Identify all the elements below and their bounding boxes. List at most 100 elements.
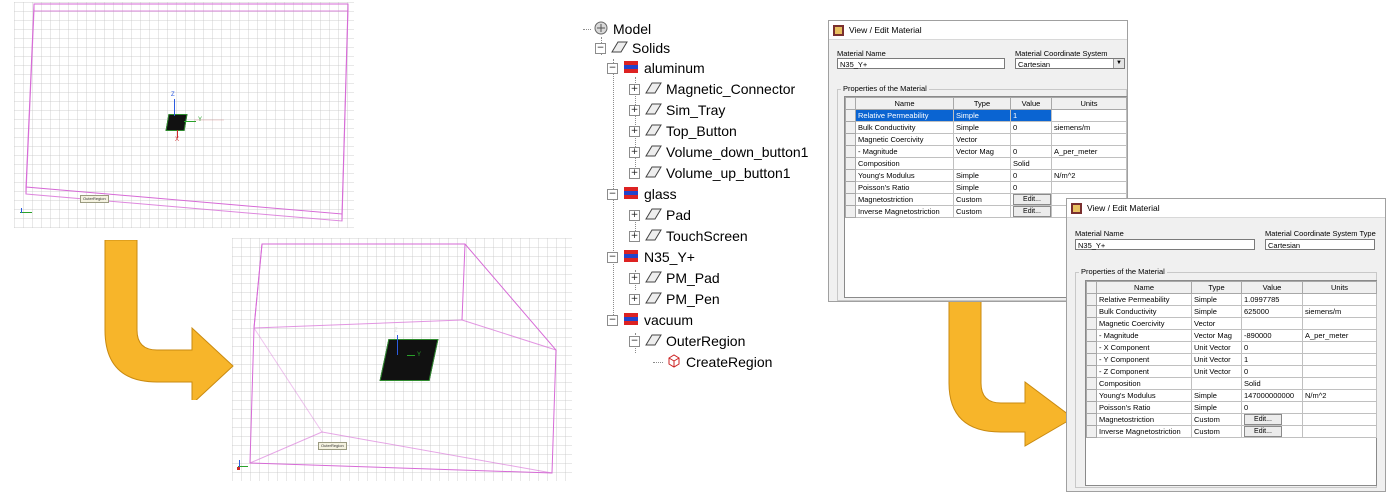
expand-toggle-icon[interactable]: + — [629, 230, 640, 242]
z-axis-label: Z — [394, 328, 398, 334]
col-units-header[interactable]: Units — [1051, 97, 1127, 110]
solid-part-icon — [610, 40, 628, 57]
table-row[interactable]: Composition Solid — [845, 157, 1127, 170]
coord-system-select[interactable]: Cartesian — [1265, 239, 1375, 250]
properties-table: Name Type Value Units Relative Permeabil… — [1086, 281, 1377, 438]
tree-node-n35[interactable]: − N35_Y+ — [607, 248, 695, 266]
col-type-header[interactable]: Type — [953, 97, 1011, 110]
table-header: Name Type Value Units — [845, 97, 1127, 110]
tree-node-outer-region[interactable]: − OuterRegion — [629, 332, 745, 350]
material-icon — [622, 312, 640, 329]
table-row[interactable]: - Z Component Unit Vector 0 — [1086, 365, 1377, 378]
collapse-toggle-icon[interactable]: − — [607, 314, 618, 326]
tree-label: N35_Y+ — [644, 249, 695, 265]
collapse-toggle-icon[interactable]: − — [607, 62, 618, 74]
collapse-toggle-icon[interactable]: − — [607, 251, 618, 263]
properties-group-label: Properties of the Material — [1079, 267, 1167, 276]
table-row[interactable]: - Magnitude Vector Mag 0 A_per_meter — [845, 145, 1127, 158]
tree-node-volume-up[interactable]: + Volume_up_button1 — [629, 164, 791, 182]
tree-node-vacuum[interactable]: − vacuum — [607, 311, 693, 329]
table-row[interactable]: - Magnitude Vector Mag -890000 A_per_meter — [1086, 329, 1377, 342]
col-units-header[interactable]: Units — [1302, 281, 1377, 294]
chevron-down-icon[interactable]: ▼ — [1113, 59, 1124, 68]
material-icon — [1071, 202, 1082, 214]
tree-node-glass[interactable]: − glass — [607, 185, 677, 203]
viewport-top[interactable]: Z Y X OuterRegion — [14, 2, 354, 228]
tree-node-sim-tray[interactable]: + Sim_Tray — [629, 101, 725, 119]
table-row[interactable]: Bulk Conductivity Simple 0 siemens/m — [845, 121, 1127, 134]
coord-system-select[interactable]: Cartesian ▼ — [1015, 58, 1125, 69]
solid-part-icon — [644, 228, 662, 245]
solid-part-icon — [644, 291, 662, 308]
expand-toggle-icon[interactable]: + — [629, 104, 640, 116]
table-row[interactable]: Composition Solid — [1086, 377, 1377, 390]
transform-arrow-right — [948, 298, 1074, 447]
table-row[interactable]: Magnetic Coercivity Vector — [1086, 317, 1377, 330]
tree-node-aluminum[interactable]: − aluminum — [607, 59, 705, 77]
col-name-header[interactable]: Name — [855, 97, 954, 110]
expand-toggle-icon[interactable]: + — [629, 293, 640, 305]
material-name-input[interactable]: N35_Y+ — [837, 58, 1005, 69]
tree-label: Top_Button — [666, 123, 737, 139]
tree-node-create-region[interactable]: CreateRegion — [653, 353, 772, 371]
y-axis-label: Y — [417, 352, 422, 358]
expand-toggle-icon[interactable]: + — [629, 167, 640, 179]
solid-part-icon — [644, 144, 662, 161]
tree-node-pad[interactable]: + Pad — [629, 206, 691, 224]
solid-part-icon — [644, 270, 662, 287]
edit-button[interactable]: Edit... — [1013, 194, 1051, 205]
material-dialog-after[interactable]: View / Edit Material Material Name N35_Y… — [1066, 198, 1386, 492]
tree-node-pm-pad[interactable]: + PM_Pad — [629, 269, 720, 287]
tree-root-model[interactable]: Model — [583, 20, 651, 38]
model-tree[interactable]: Model − Solids − aluminum + Magnetic_Con… — [583, 15, 833, 375]
table-row[interactable]: Relative Permeability Simple 1 — [845, 109, 1127, 122]
table-row[interactable]: Poisson's Ratio Simple 0 — [845, 181, 1127, 194]
col-type-header[interactable]: Type — [1191, 281, 1242, 294]
dialog-title-bar[interactable]: View / Edit Material — [1067, 199, 1385, 218]
tree-node-volume-down[interactable]: + Volume_down_button1 — [629, 143, 808, 161]
tree-node-magnetic-connector[interactable]: + Magnetic_Connector — [629, 80, 795, 98]
tree-label: CreateRegion — [686, 354, 773, 370]
properties-grid[interactable]: Name Type Value Units Relative Permeabil… — [1085, 280, 1377, 486]
table-row[interactable]: Inverse Magnetostriction Custom Edit... — [1086, 425, 1377, 438]
expand-toggle-icon[interactable]: + — [629, 125, 640, 137]
edit-button[interactable]: Edit... — [1244, 426, 1282, 437]
expand-toggle-icon[interactable]: + — [629, 209, 640, 221]
expand-toggle-icon[interactable]: + — [629, 83, 640, 95]
table-row[interactable]: Poisson's Ratio Simple 0 — [1086, 401, 1377, 414]
tree-node-pm-pen[interactable]: + PM_Pen — [629, 290, 720, 308]
tree-node-touchscreen[interactable]: + TouchScreen — [629, 227, 748, 245]
tree-label: TouchScreen — [666, 228, 748, 244]
col-value-header[interactable]: Value — [1241, 281, 1303, 294]
region-tag-bottom: OuterRegion — [318, 442, 347, 450]
viewport-bottom[interactable]: Z Y OuterRegion — [232, 238, 572, 481]
table-row[interactable]: Magnetic Coercivity Vector — [845, 133, 1127, 146]
expand-toggle-icon[interactable]: + — [629, 146, 640, 158]
dialog-title: View / Edit Material — [1087, 203, 1160, 213]
tree-label: Pad — [666, 207, 691, 223]
model-icon — [593, 20, 609, 39]
solid-part-icon — [644, 333, 662, 350]
table-row[interactable]: Young's Modulus Simple 0 N/m^2 — [845, 169, 1127, 182]
table-row[interactable]: Young's Modulus Simple 147000000000 N/m^2 — [1086, 389, 1377, 402]
table-row[interactable]: - Y Component Unit Vector 1 — [1086, 353, 1377, 366]
col-value-header[interactable]: Value — [1010, 97, 1052, 110]
collapse-toggle-icon[interactable]: − — [629, 335, 640, 347]
table-row[interactable]: Relative Permeability Simple 1.0997785 — [1086, 293, 1377, 306]
collapse-toggle-icon[interactable]: − — [595, 42, 606, 54]
edit-button[interactable]: Edit... — [1244, 414, 1282, 425]
tree-node-top-button[interactable]: + Top_Button — [629, 122, 737, 140]
expand-toggle-icon[interactable]: + — [629, 272, 640, 284]
tree-label: OuterRegion — [666, 333, 746, 349]
tree-node-solids[interactable]: − Solids — [595, 39, 670, 57]
device-solid — [165, 114, 188, 131]
material-name-input[interactable]: N35_Y+ — [1075, 239, 1255, 250]
table-row[interactable]: - X Component Unit Vector 0 — [1086, 341, 1377, 354]
dialog-title-bar[interactable]: View / Edit Material — [829, 21, 1127, 40]
table-row[interactable]: Magnetostriction Custom Edit... — [1086, 413, 1377, 426]
table-row[interactable]: Bulk Conductivity Simple 625000 siemens/m — [1086, 305, 1377, 318]
edit-button[interactable]: Edit... — [1013, 206, 1051, 217]
tree-label: aluminum — [644, 60, 705, 76]
collapse-toggle-icon[interactable]: − — [607, 188, 618, 200]
col-name-header[interactable]: Name — [1096, 281, 1192, 294]
